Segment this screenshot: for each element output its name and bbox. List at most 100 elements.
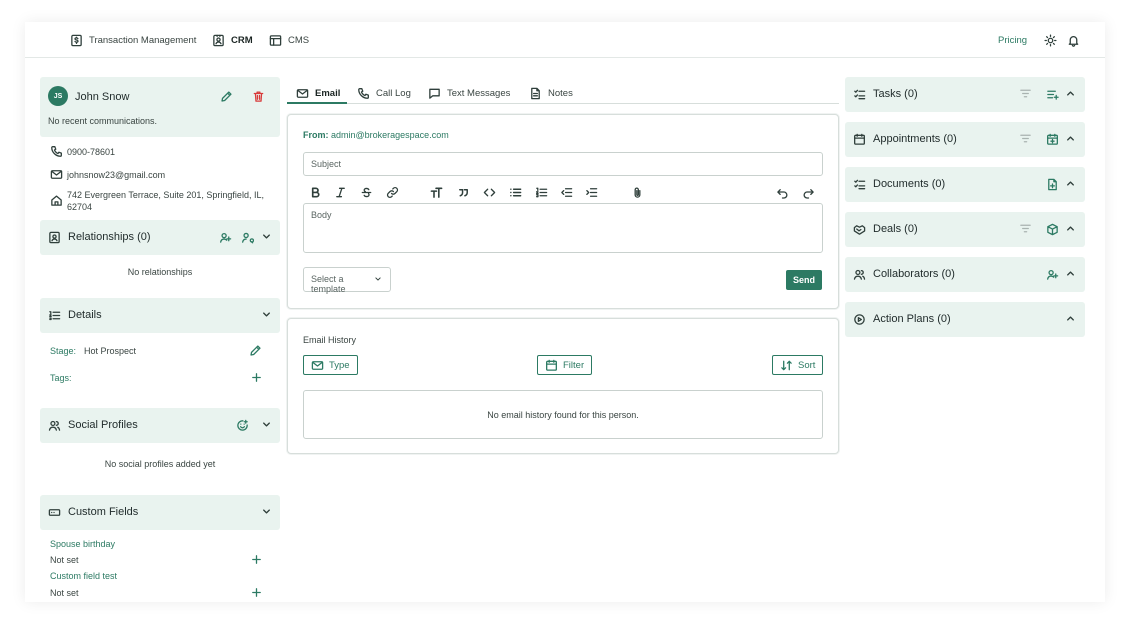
relationships-section-header[interactable]: Relationships (0) [40,220,280,255]
tab-label: Text Messages [447,87,511,99]
list-icon [853,178,866,191]
action-plans-panel-header[interactable]: Action Plans (0) [845,302,1085,337]
link-icon [386,187,399,198]
tab-text-messages[interactable]: Text Messages [428,83,510,103]
type-label: Type [329,359,350,371]
filter-tasks-button[interactable] [1019,87,1032,100]
nav-transaction-management[interactable]: Transaction Management [70,34,196,47]
collapse-details-button[interactable] [260,308,273,321]
pricing-link[interactable]: Pricing [998,35,1027,46]
phone-icon [50,145,63,158]
nav-crm[interactable]: CRM [212,34,253,47]
bullet-list-button[interactable] [509,186,522,199]
code-button[interactable] [483,186,496,199]
document-icon [531,87,540,99]
deals-panel-header[interactable]: Deals (0) [845,212,1085,247]
add-custom-field-value-button[interactable] [250,553,263,566]
add-custom-field-value-button[interactable] [250,586,263,599]
quote-button[interactable] [457,186,470,199]
tab-call-log[interactable]: Call Log [357,83,411,103]
collapse-documents-button[interactable] [1064,177,1077,190]
dollar-document-icon [71,34,82,47]
body-editor[interactable]: Body [303,203,823,253]
send-button[interactable]: Send [786,270,822,290]
outdent-button[interactable] [560,186,573,199]
social-profiles-section-header[interactable]: Social Profiles [40,408,280,443]
tasks-panel-header[interactable]: Tasks (0) [845,77,1085,112]
add-task-button[interactable] [1046,88,1059,101]
collapse-tasks-button[interactable] [1064,87,1077,100]
email-history-title: Email History [303,335,357,345]
target-icon [853,313,866,326]
type-filter-button[interactable]: Type [303,355,358,375]
chevron-up-icon [1067,91,1074,96]
indent-icon [586,188,598,197]
mail-icon [296,88,309,98]
delete-contact-button[interactable] [252,90,265,103]
add-document-button[interactable] [1046,178,1059,191]
add-social-profile-button[interactable] [236,419,249,432]
tab-label: Notes [548,87,573,99]
collapse-appointments-button[interactable] [1064,132,1077,145]
collapse-social-button[interactable] [260,418,273,431]
add-appointment-button[interactable] [1046,133,1059,146]
undo-button[interactable] [776,186,789,199]
appointments-panel-header[interactable]: Appointments (0) [845,122,1085,157]
search-relationship-button[interactable] [241,231,254,244]
avatar: JS [48,86,68,106]
numbered-list-button[interactable] [535,186,548,199]
redo-button[interactable] [802,186,815,199]
collapse-collaborators-button[interactable] [1064,267,1077,280]
collapse-custom-fields-button[interactable] [260,505,273,518]
calendar-icon [546,359,557,371]
redo-icon [803,189,814,199]
theme-toggle-button[interactable] [1044,34,1057,47]
documents-panel-header[interactable]: Documents (0) [845,167,1085,202]
add-tag-button[interactable] [250,371,263,384]
contact-email[interactable]: johnsnow23@gmail.com [67,170,165,180]
add-deal-button[interactable] [1046,223,1059,236]
tab-label: Email [315,87,341,99]
link-button[interactable] [386,186,399,199]
tab-notes[interactable]: Notes [529,83,573,103]
attach-button[interactable] [631,186,644,199]
font-size-button[interactable] [430,186,443,199]
phone-icon [358,87,369,99]
custom-fields-section-header[interactable]: Custom Fields [40,495,280,530]
sort-button[interactable]: Sort [772,355,824,375]
add-relationship-button[interactable] [219,231,232,244]
bold-button[interactable] [309,186,322,199]
contact-card-icon [48,231,61,244]
filter-button[interactable]: Filter [537,355,593,375]
italic-button[interactable] [334,186,347,199]
deals-title: Deals (0) [873,223,918,235]
list-plus-icon [1047,90,1059,100]
add-collaborator-button[interactable] [1046,268,1059,281]
contact-phone[interactable]: 0900-78601 [67,147,115,157]
nav-cms[interactable]: CMS [269,34,309,47]
collapse-action-plans-button[interactable] [1064,312,1077,325]
filter-deals-button[interactable] [1019,222,1032,235]
subject-input[interactable]: Subject [303,152,823,176]
indent-button[interactable] [585,186,598,199]
chevron-up-icon [1067,316,1074,321]
chevron-up-icon [1067,271,1074,276]
notifications-button[interactable] [1067,34,1080,47]
users-icon [48,419,61,432]
checklist-icon [853,88,866,101]
plus-icon [252,588,261,597]
collapse-relationships-button[interactable] [260,230,273,243]
edit-contact-button[interactable] [220,90,233,103]
edit-stage-button[interactable] [249,344,262,357]
details-section-header[interactable]: Details [40,298,280,333]
sort-label: Sort [798,359,816,371]
strikethrough-button[interactable] [360,186,373,199]
collapse-deals-button[interactable] [1064,222,1077,235]
tab-email[interactable]: Email [296,83,340,103]
collaborators-panel-header[interactable]: Collaborators (0) [845,257,1085,292]
contact-card: JS John Snow No recent communications. [40,77,280,137]
email-history-empty-text: No email history found for this person. [487,409,639,420]
sun-icon [1044,34,1057,47]
plus-icon [252,555,261,564]
filter-appointments-button[interactable] [1019,132,1032,145]
